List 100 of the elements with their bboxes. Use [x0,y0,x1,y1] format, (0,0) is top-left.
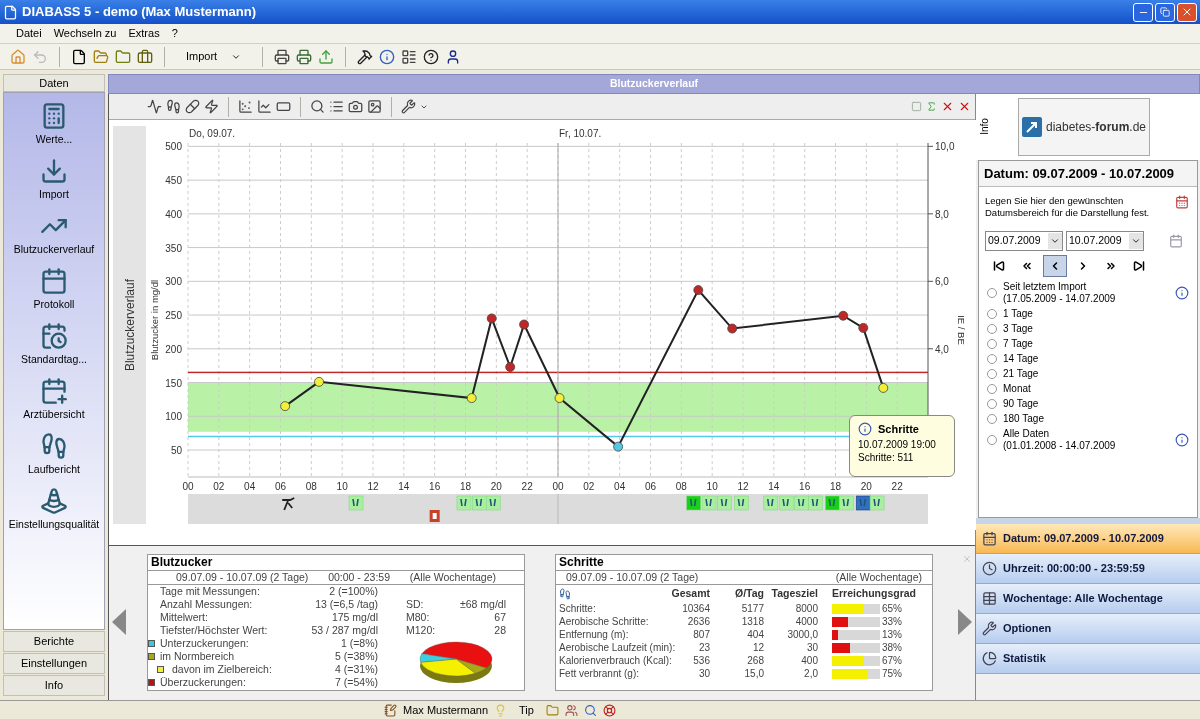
side-tab[interactable]: Info [976,117,992,135]
layout-icon[interactable] [401,48,418,65]
info-icon[interactable] [379,48,396,65]
menu-item[interactable]: Datei [16,25,42,42]
close-button[interactable] [1177,2,1197,22]
axis-label: IE / BE [956,315,967,345]
next-arrow-icon[interactable] [958,609,972,635]
calendar-icon [982,531,997,546]
scatter-chart-icon[interactable] [238,99,253,114]
sidebar-item[interactable]: Standardtag... [4,317,104,372]
list-icon[interactable] [329,99,344,114]
accordion-header[interactable]: Optionen [976,614,1200,644]
close-icon[interactable] [941,100,954,113]
briefcase-icon[interactable] [137,48,153,65]
radio-button[interactable] [987,369,997,379]
import-button[interactable]: Import [176,45,252,68]
table-cell-text: 536 [692,654,710,667]
camera-icon[interactable] [348,99,363,114]
info-icon[interactable] [1175,286,1189,300]
section-button[interactable]: Berichte [3,631,105,652]
data-point [838,310,849,321]
pill-icon[interactable] [185,99,200,114]
radio-button[interactable] [987,435,997,445]
table-cell-text: 4000 [794,615,818,628]
date-field[interactable]: 10.07.2009 [1066,231,1144,251]
previous-arrow-icon[interactable] [112,609,126,635]
medicine-icon[interactable] [429,510,440,522]
restore-button[interactable] [1155,2,1175,22]
date-field[interactable]: 09.07.2009 [985,231,1063,251]
sidebar-item[interactable]: Laufbericht [4,427,104,482]
window-title: DIABASS 5 - demo (Max Mustermann) [22,3,258,22]
period-text: 09.07.09 - 10.07.09 (2 Tage) [176,571,309,584]
radio-button[interactable] [987,354,997,364]
sidebar-item[interactable]: Arztübersicht [4,372,104,427]
axis-label: Blutzucker in mg/dl [149,279,160,361]
notebook-icon[interactable] [384,703,398,717]
logo-banner[interactable]: diabetes-forum.de [1018,98,1150,156]
stat-label: SD: [406,598,425,611]
sidebar-item[interactable]: Protokoll [4,262,104,317]
search-icon[interactable] [310,99,325,114]
sidebar-item[interactable]: Import [4,152,104,207]
menu-item[interactable]: Wechseln zu [53,25,117,42]
nav-button[interactable] [1043,255,1067,277]
minimize-button[interactable] [1133,2,1153,22]
column-header: Ø/Tag [734,586,764,602]
accordion-header[interactable]: Datum: 09.07.2009 - 10.07.2009 [976,524,1200,554]
table-cell-text: 807 [692,628,710,641]
sidebar-item[interactable]: Einstellungsqualität [4,482,104,537]
folder-icon[interactable] [545,703,559,717]
step-marker-icon[interactable] [855,495,871,511]
search-icon[interactable] [583,703,597,717]
status-tip[interactable]: Tip [519,701,534,719]
image-icon[interactable] [367,99,382,114]
axis-tick-label: 200 [165,343,182,355]
line-chart-icon[interactable] [257,99,272,114]
clock-icon [982,561,997,576]
radio-button[interactable] [987,309,997,319]
calendar-icon[interactable] [1175,195,1189,209]
accordion-header[interactable]: Statistik [976,644,1200,674]
section-button[interactable]: Einstellungen [3,653,105,674]
tools-icon[interactable] [357,48,374,65]
lightning-icon[interactable] [204,99,219,114]
users-icon[interactable] [564,703,578,717]
new-file-icon[interactable] [71,48,87,65]
radio-button[interactable] [987,384,997,394]
radio-button[interactable] [987,288,997,298]
close-icon [1181,6,1193,18]
rectangle-icon[interactable] [276,99,291,114]
close-icon[interactable] [958,100,971,113]
radio-button[interactable] [987,339,997,349]
wrench-icon[interactable] [401,99,416,114]
card-title: Schritte [558,555,605,570]
open-folder-icon[interactable] [93,48,109,65]
info-icon[interactable] [1175,433,1189,447]
footprints-icon[interactable] [166,99,181,114]
menu-item[interactable]: ? [171,25,178,42]
lifebuoy-icon[interactable] [602,703,616,717]
printer-icon[interactable] [274,48,291,65]
section-button[interactable]: Info [3,675,105,696]
radio-button[interactable] [987,414,997,424]
table-cell-text: 15,0 [743,667,764,680]
radio-button[interactable] [987,324,997,334]
calendar-icon[interactable] [1169,234,1183,248]
accordion-header[interactable]: Wochentage: Alle Wochentage [976,584,1200,614]
printer-icon[interactable] [296,48,313,65]
folder-icon[interactable] [115,48,131,65]
axis-tick-label: 300 [165,276,182,288]
radio-label: 7 Tage [1003,338,1034,350]
sidebar-item[interactable]: Blutzuckerverlauf [4,207,104,262]
table-cell-text: 2636 [686,615,710,628]
sidebar-item[interactable]: Werte... [4,97,104,152]
pulse-icon[interactable] [147,99,162,114]
axis-tick-label: 08 [305,481,317,492]
help-icon[interactable] [423,48,440,65]
menu-item[interactable]: Extras [128,25,160,42]
accordion-header[interactable]: Uhrzeit: 00:00:00 - 23:59:59 [976,554,1200,584]
upload-icon[interactable] [318,48,335,65]
runner-icon[interactable] [281,497,296,511]
sidebar-header[interactable]: Daten [3,74,105,92]
radio-button[interactable] [987,399,997,409]
